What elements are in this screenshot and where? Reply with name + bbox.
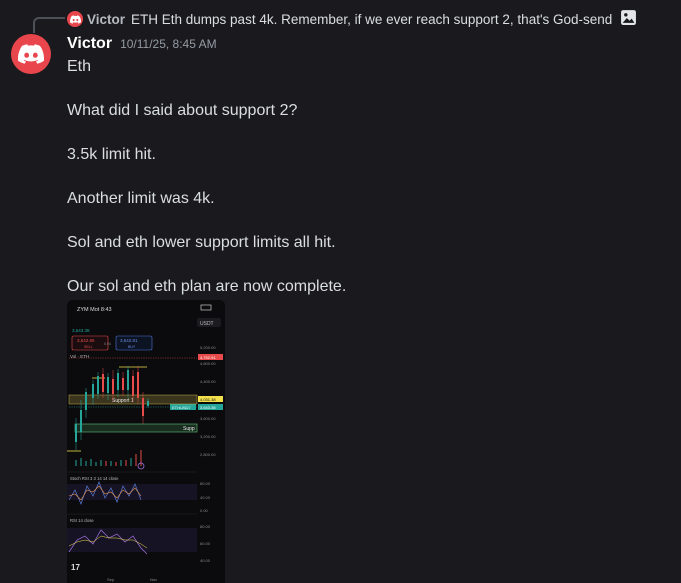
symbol-price: 3,643.38 — [72, 328, 90, 333]
stoch-label: Stoch RSI 3 3 14 14 close — [70, 476, 119, 481]
svg-text:3,643.38: 3,643.38 — [200, 405, 216, 410]
svg-text:4,752.91: 4,752.91 — [200, 355, 216, 360]
svg-text:4,400.00: 4,400.00 — [200, 379, 216, 384]
svg-text:40.00: 40.00 — [200, 495, 211, 500]
message-line: Eth — [67, 58, 92, 75]
reply-preview[interactable]: Victor ETH Eth dumps past 4k. Remember, … — [67, 9, 637, 29]
message-content: Eth What did I said about support 2? 3.5… — [67, 56, 667, 298]
timestamp[interactable]: 10/11/25, 8:45 AM — [120, 37, 217, 51]
svg-text:ETHUSDT: ETHUSDT — [172, 405, 191, 410]
reply-author[interactable]: Victor — [87, 12, 125, 27]
message-line: 3.5k limit hit. — [67, 146, 156, 163]
sell-label: SELL — [84, 345, 93, 349]
tradingview-logo: 17 — [71, 563, 80, 572]
svg-text:3,200.00: 3,200.00 — [200, 434, 216, 439]
sell-price: 3,642.85 — [77, 338, 95, 343]
support-2-zone — [74, 423, 198, 433]
username[interactable]: Victor — [67, 35, 112, 53]
message-line: Another limit was 4k. — [67, 190, 215, 207]
message-line: Our sol and eth plan are now complete. — [67, 278, 347, 295]
svg-text:2,800.00: 2,800.00 — [200, 452, 216, 457]
svg-text:Sep: Sep — [107, 577, 115, 582]
svg-text:60.00: 60.00 — [200, 541, 211, 546]
svg-text:3,600.00: 3,600.00 — [200, 416, 216, 421]
reply-spine — [33, 17, 65, 33]
svg-text:Nov: Nov — [150, 577, 157, 582]
message-container: Victor ETH Eth dumps past 4k. Remember, … — [0, 0, 681, 583]
svg-text:40.00: 40.00 — [200, 558, 211, 563]
buy-label: BUY — [128, 345, 136, 349]
discord-logo-icon — [18, 44, 44, 64]
svg-text:4,031.38: 4,031.38 — [200, 397, 216, 402]
svg-text:Supp: Supp — [183, 426, 195, 432]
chart-screenshot-attachment[interactable]: ZYM Mot 8:43 USDT 3,643.38 3,642.85 SELL… — [67, 300, 225, 583]
svg-text:0.00: 0.00 — [200, 508, 209, 513]
reply-avatar[interactable] — [67, 11, 83, 27]
svg-text:4,800.00: 4,800.00 — [200, 361, 216, 366]
svg-text:80.00: 80.00 — [200, 481, 211, 486]
currency-label: USDT — [200, 321, 214, 327]
discord-logo-icon — [69, 14, 81, 24]
svg-text:5,200.00: 5,200.00 — [200, 345, 216, 350]
status-bar-text: ZYM Mot 8:43 — [77, 307, 112, 313]
message-line: Sol and eth lower support limits all hit… — [67, 234, 336, 251]
spread: 0.04 — [104, 342, 111, 346]
svg-text:80.00: 80.00 — [200, 524, 211, 529]
message-line: What did I said about support 2? — [67, 102, 298, 119]
buy-price: 3,642.81 — [120, 338, 138, 343]
svg-text:Support 1: Support 1 — [112, 398, 134, 404]
reply-text[interactable]: ETH Eth dumps past 4k. Remember, if we e… — [131, 12, 612, 27]
avatar[interactable] — [11, 34, 51, 74]
rsi-label: RSI 14 close — [70, 518, 94, 523]
message-header: Victor 10/11/25, 8:45 AM — [67, 35, 217, 53]
image-icon — [620, 9, 637, 29]
